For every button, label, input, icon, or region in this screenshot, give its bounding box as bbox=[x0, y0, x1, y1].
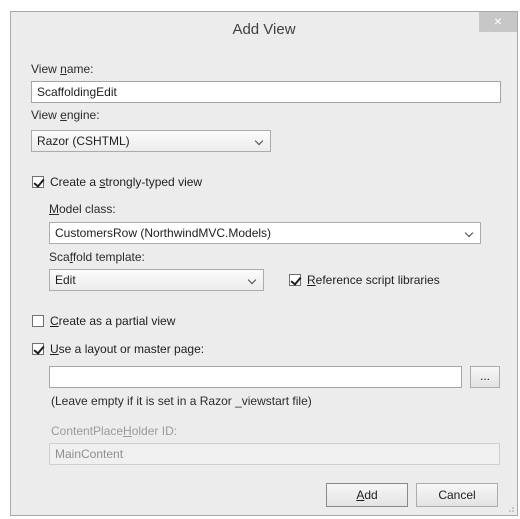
chevron-down-icon bbox=[464, 228, 474, 238]
view-name-label: View name: bbox=[31, 62, 94, 76]
scaffold-template-value: Edit bbox=[55, 273, 76, 287]
placeholder-id-input[interactable]: MainContent bbox=[49, 443, 500, 465]
layout-page-hint: (Leave empty if it is set in a Razor _vi… bbox=[51, 394, 312, 408]
checkbox-box bbox=[32, 343, 45, 355]
checkmark-icon bbox=[33, 343, 45, 355]
scaffold-template-select[interactable]: Edit bbox=[49, 269, 264, 291]
title-bar: Add View × bbox=[11, 12, 517, 50]
view-engine-select[interactable]: Razor (CSHTML) bbox=[31, 130, 271, 152]
layout-page-input[interactable] bbox=[49, 366, 462, 388]
scaffold-template-label: Scaffold template: bbox=[49, 250, 145, 264]
checkmark-icon bbox=[33, 176, 45, 188]
model-class-select[interactable]: CustomersRow (NorthwindMVC.Models) bbox=[49, 222, 481, 244]
model-class-label: Model class: bbox=[49, 202, 116, 216]
view-engine-label: View engine: bbox=[31, 108, 100, 122]
chevron-down-icon bbox=[254, 136, 264, 146]
chevron-down-icon bbox=[247, 275, 257, 285]
placeholder-id-label: ContentPlaceHolder ID: bbox=[51, 424, 178, 438]
close-icon: × bbox=[493, 13, 503, 29]
checkbox-box bbox=[32, 176, 45, 188]
resize-grip-icon[interactable] bbox=[507, 505, 515, 513]
checkbox-box bbox=[32, 315, 44, 327]
checkbox-box bbox=[289, 274, 302, 286]
model-class-value: CustomersRow (NorthwindMVC.Models) bbox=[55, 226, 272, 240]
checkmark-icon bbox=[290, 274, 302, 286]
add-button[interactable]: Add bbox=[326, 483, 408, 507]
browse-button[interactable]: ... bbox=[470, 366, 500, 388]
close-button[interactable]: × bbox=[479, 12, 517, 32]
view-name-input[interactable]: ScaffoldingEdit bbox=[31, 81, 501, 103]
cancel-button[interactable]: Cancel bbox=[416, 483, 498, 507]
add-view-dialog: Add View × View name: ScaffoldingEdit Vi… bbox=[10, 11, 518, 516]
dialog-title: Add View bbox=[232, 21, 296, 38]
view-engine-value: Razor (CSHTML) bbox=[37, 134, 130, 148]
